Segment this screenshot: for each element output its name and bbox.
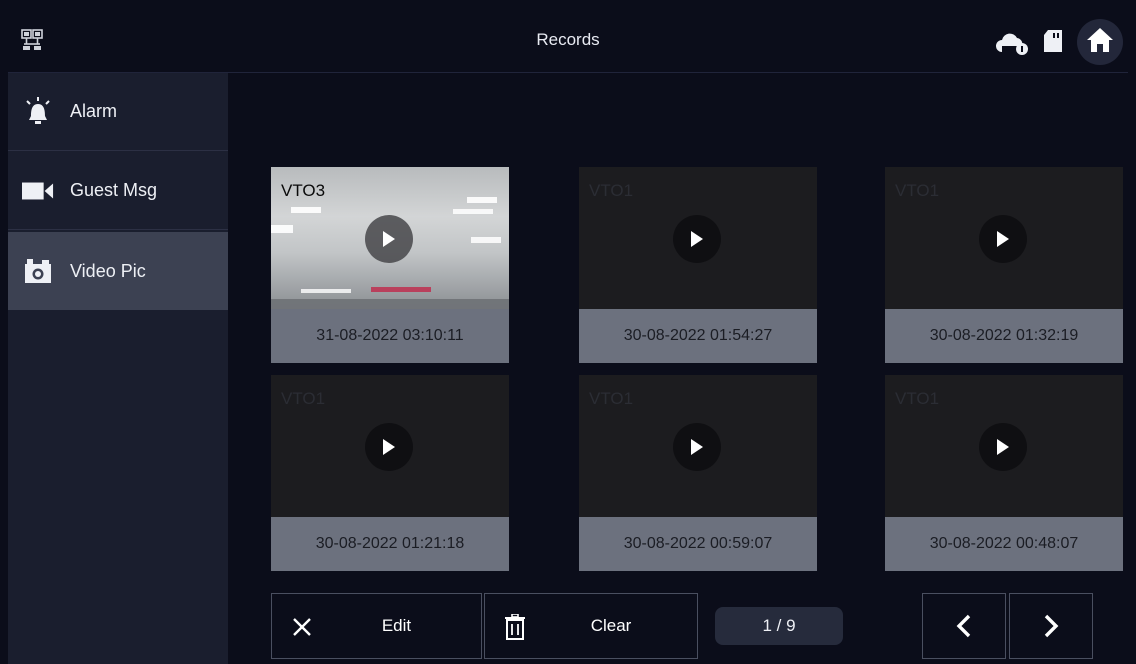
play-button[interactable]: [365, 215, 413, 263]
record-tile[interactable]: VTO1 30-08-2022 01:54:27: [579, 167, 817, 363]
snapshot-thumbnail: VTO3: [271, 167, 509, 309]
snapshot-thumbnail: VTO1: [885, 167, 1123, 309]
snapshot-thumbnail: VTO1: [271, 375, 509, 517]
play-button[interactable]: [979, 215, 1027, 263]
clear-label: Clear: [590, 616, 632, 635]
camera-label: VTO1: [281, 389, 326, 408]
home-icon: [1085, 25, 1115, 60]
play-button[interactable]: [365, 423, 413, 471]
camera-icon: [22, 255, 54, 287]
alarm-bell-icon: [22, 96, 54, 128]
camera-label: VTO1: [589, 389, 634, 408]
snapshot-thumbnail: VTO1: [579, 375, 817, 517]
record-timestamp: 30-08-2022 01:32:19: [885, 309, 1123, 363]
video-camera-icon: [22, 175, 54, 207]
sidebar: Alarm Guest Msg Video Pic: [8, 73, 228, 664]
edit-label: Edit: [381, 616, 412, 635]
camera-label: VTO1: [589, 181, 634, 200]
page-indicator: 1 / 9: [715, 607, 843, 645]
page-title: Records: [536, 30, 600, 49]
sidebar-item-label: Video Pic: [70, 260, 146, 281]
sidebar-item-label: Alarm: [70, 101, 118, 121]
play-icon: [383, 439, 395, 455]
home-button[interactable]: [1077, 19, 1123, 65]
record-tile[interactable]: VTO3 31-08-2022 03:10:11: [271, 167, 509, 363]
play-icon: [383, 231, 395, 247]
camera-label: VTO1: [895, 181, 940, 200]
clear-button[interactable]: Clear: [484, 593, 698, 659]
record-timestamp: 30-08-2022 00:48:07: [885, 517, 1123, 571]
next-page-button[interactable]: [1009, 593, 1093, 659]
record-timestamp: 31-08-2022 03:10:11: [271, 309, 509, 363]
record-timestamp: 30-08-2022 01:54:27: [579, 309, 817, 363]
chevron-left-icon: [956, 614, 971, 638]
snapshot-thumbnail: VTO1: [579, 167, 817, 309]
play-icon: [997, 439, 1009, 455]
sidebar-item-alarm[interactable]: Alarm: [8, 73, 228, 151]
play-icon: [691, 439, 703, 455]
camera-label: VTO3: [281, 181, 326, 200]
record-timestamp: 30-08-2022 00:59:07: [579, 517, 817, 571]
bottom-toolbar: Edit Clear 1 / 9: [228, 593, 1128, 664]
play-icon: [691, 231, 703, 247]
play-button[interactable]: [673, 215, 721, 263]
previous-page-button[interactable]: [922, 593, 1006, 659]
record-tile[interactable]: VTO1 30-08-2022 00:48:07: [885, 375, 1123, 571]
edit-button[interactable]: Edit: [271, 593, 482, 659]
cloud-icon: [994, 32, 1034, 56]
play-button[interactable]: [673, 423, 721, 471]
records-grid: VTO3 31-08-2022 03:10:11 VTO1 30-08-2022…: [228, 73, 1128, 593]
top-bar: Records: [8, 8, 1128, 73]
sidebar-item-guest-msg[interactable]: Guest Msg: [8, 152, 228, 230]
record-tile[interactable]: VTO1 30-08-2022 00:59:07: [579, 375, 817, 571]
play-button[interactable]: [979, 423, 1027, 471]
sidebar-item-label: Guest Msg: [70, 180, 158, 200]
record-tile[interactable]: VTO1 30-08-2022 01:21:18: [271, 375, 509, 571]
chevron-right-icon: [1044, 614, 1059, 638]
snapshot-thumbnail: VTO1: [885, 375, 1123, 517]
sd-card-icon: [1042, 28, 1066, 54]
play-icon: [997, 231, 1009, 247]
record-timestamp: 30-08-2022 01:21:18: [271, 517, 509, 571]
sidebar-item-video-pic[interactable]: Video Pic: [8, 232, 228, 310]
record-tile[interactable]: VTO1 30-08-2022 01:32:19: [885, 167, 1123, 363]
camera-label: VTO1: [895, 389, 940, 408]
